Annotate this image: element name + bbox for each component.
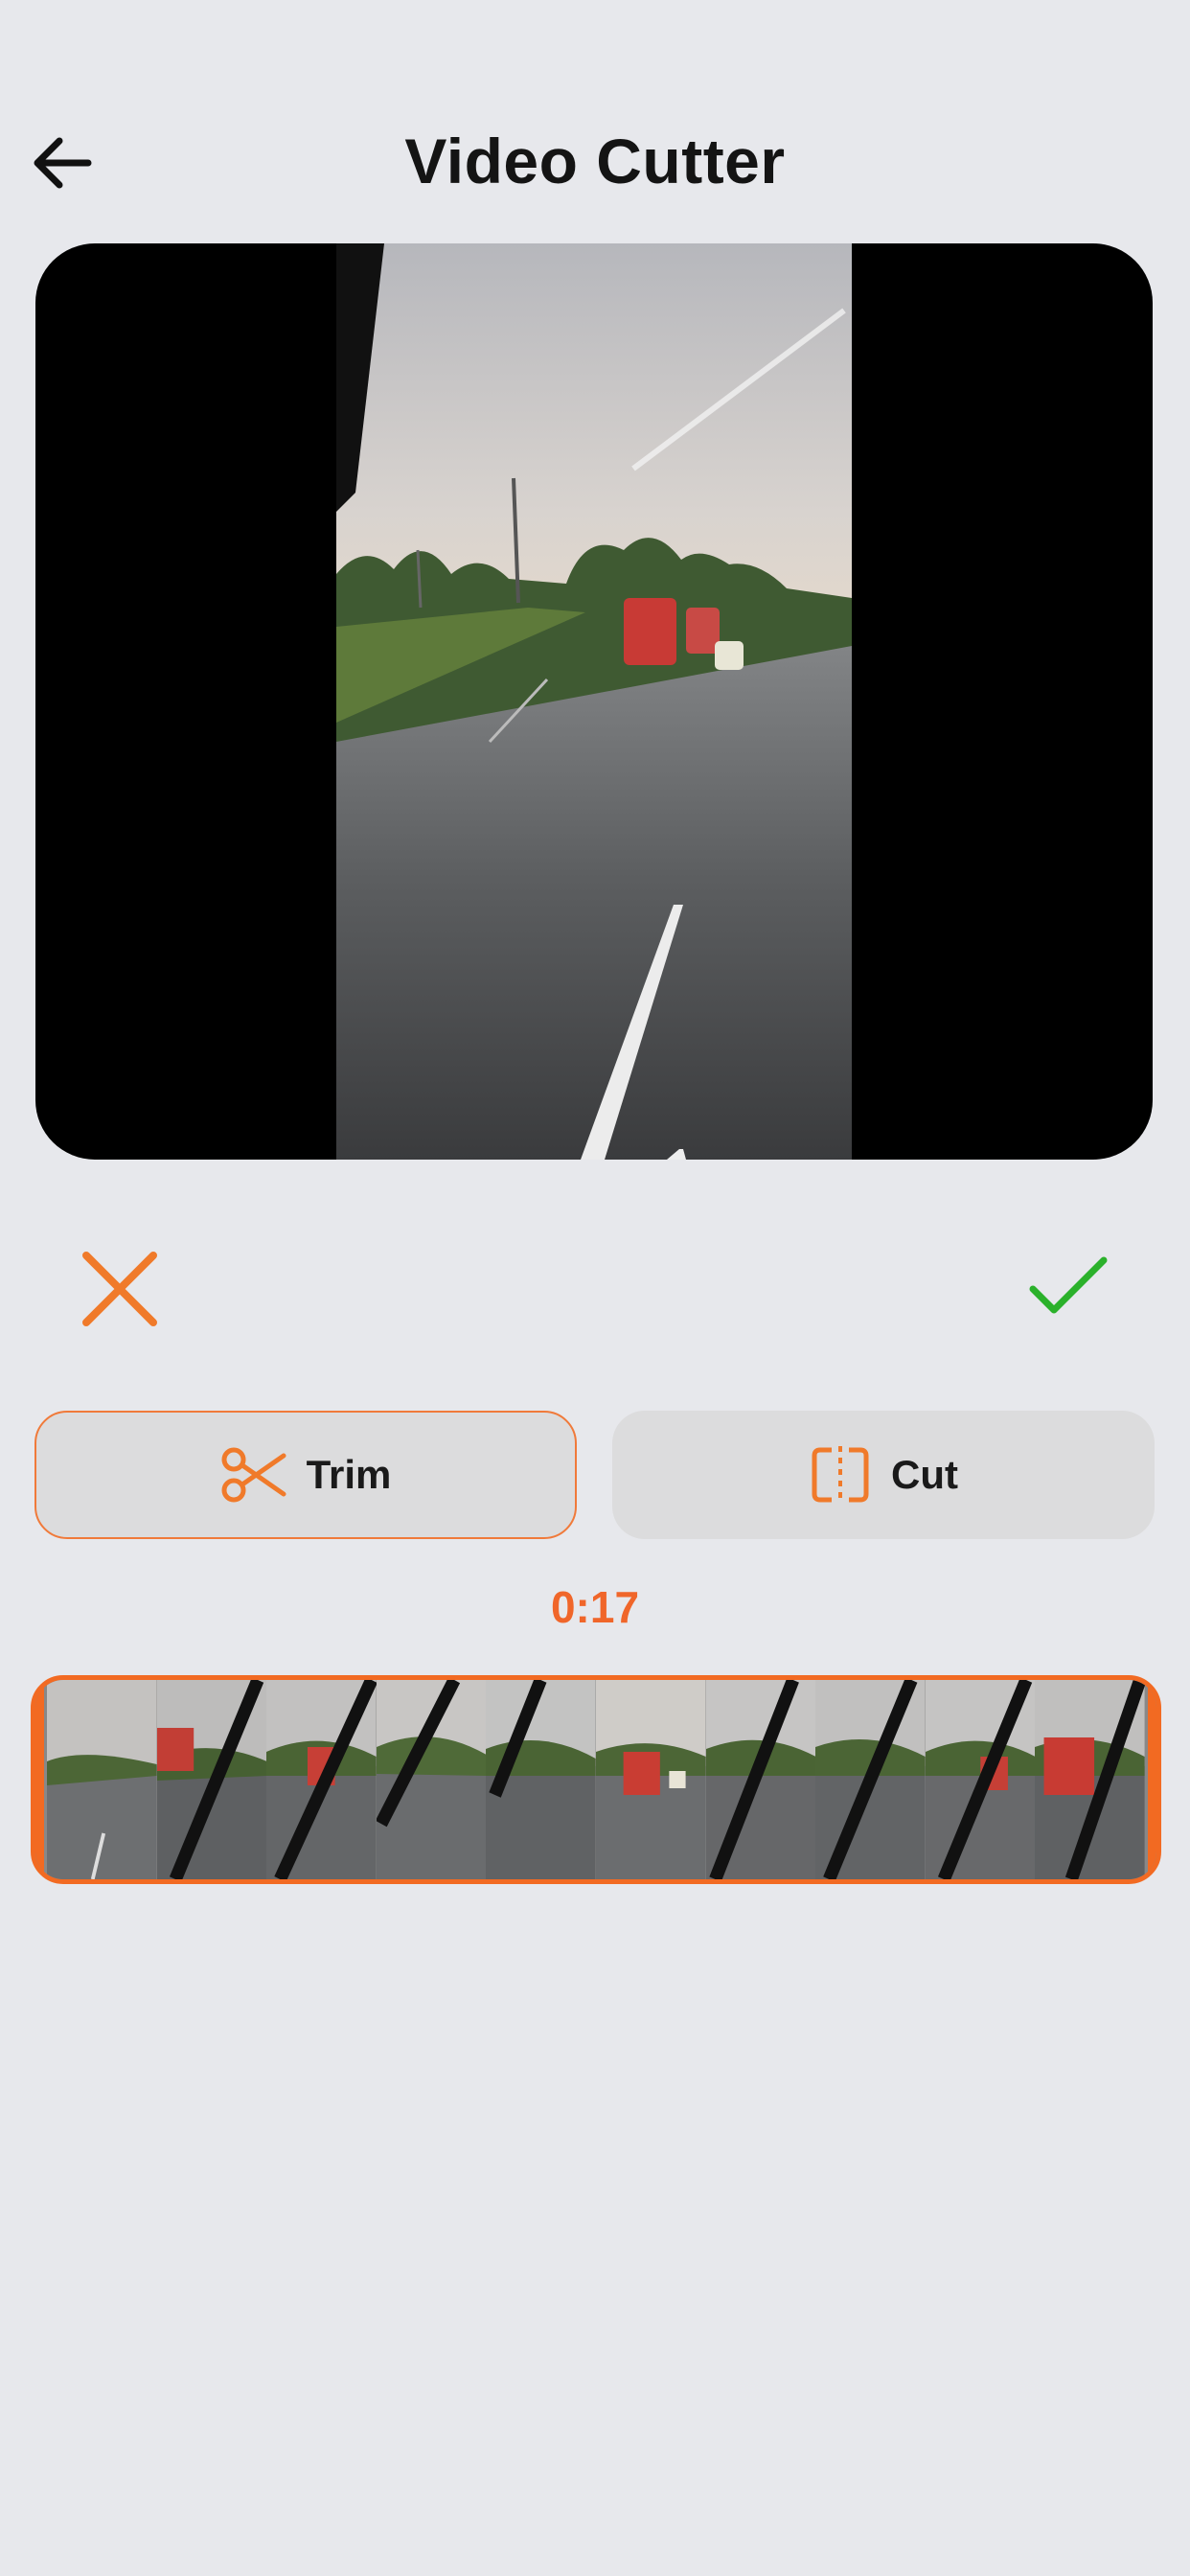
confirm-button[interactable] (1025, 1251, 1111, 1327)
timeline-thumbnail (486, 1680, 596, 1879)
video-image (336, 243, 852, 1160)
scissors-icon (221, 1447, 286, 1503)
trim-mode-button[interactable]: Trim (34, 1411, 577, 1539)
timeline-thumbnail (705, 1680, 816, 1879)
timeline-thumbnail (156, 1680, 267, 1879)
trim-mode-label: Trim (306, 1452, 392, 1497)
close-icon (82, 1252, 157, 1326)
video-preview[interactable] (35, 243, 1153, 1160)
current-time: 0:17 (550, 1582, 640, 1632)
cancel-button[interactable] (77, 1246, 163, 1332)
cut-mode-label: Cut (891, 1452, 958, 1497)
page-title: Video Cutter (404, 126, 786, 196)
timeline-thumbnail (47, 1680, 157, 1879)
timeline-thumbnail (595, 1680, 706, 1879)
trim-timeline[interactable] (31, 1675, 1161, 1884)
split-icon (812, 1446, 869, 1504)
timeline-thumbnail (815, 1680, 926, 1879)
checkmark-icon (1029, 1256, 1108, 1314)
video-frame (336, 243, 852, 1160)
edit-actions (0, 1236, 1190, 1342)
timeline-thumbnail (1035, 1680, 1145, 1879)
timeline-thumbnail (925, 1680, 1036, 1879)
cut-mode-button[interactable]: Cut (612, 1411, 1155, 1539)
header: Video Cutter (0, 105, 1190, 220)
timeline-thumbnail (266, 1680, 377, 1879)
thumbnail-strip (47, 1680, 1145, 1879)
trim-start-handle[interactable] (35, 1680, 44, 1879)
trim-end-handle[interactable] (1148, 1680, 1156, 1879)
timeline-thumbnail (376, 1680, 487, 1879)
